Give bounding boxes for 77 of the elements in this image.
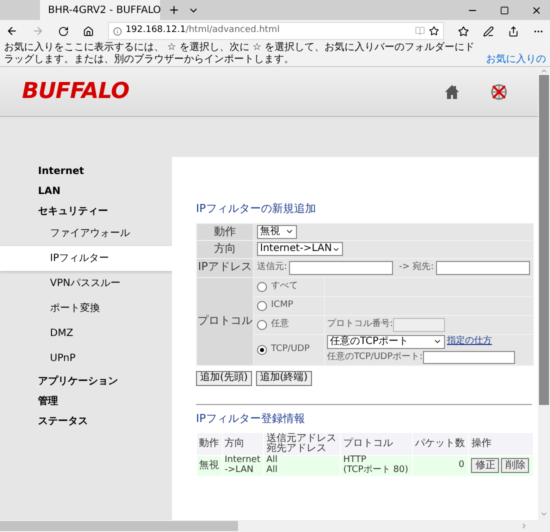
reload-icon[interactable]	[58, 26, 69, 36]
howto-link[interactable]: 指定の仕方	[447, 335, 492, 348]
address-field[interactable]: 192.168.12.1/html/advanced.html	[108, 22, 444, 40]
field-label: プロトコル番号:	[327, 318, 394, 331]
table-cell-text: All All	[265, 456, 279, 476]
field-label: 任意のTCP/UDPポート:	[327, 350, 423, 364]
nav-item[interactable]: ステータス	[0, 411, 172, 431]
column-header: 動作	[198, 437, 220, 451]
nav-item[interactable]: LAN	[0, 181, 172, 201]
destination-input[interactable]	[436, 260, 530, 274]
port-input[interactable]	[422, 351, 515, 364]
info-icon	[112, 26, 122, 36]
nav-subitem[interactable]: DMZ	[0, 321, 172, 346]
radio-button[interactable]	[257, 320, 267, 330]
favorites-icon[interactable]	[458, 26, 470, 36]
source-input[interactable]	[289, 260, 394, 274]
back-icon[interactable]	[6, 25, 18, 37]
radio-label: TCP/UDP	[271, 342, 310, 356]
favorites-hint: お気に入りをここに表示するには、 ☆ を選択し、次に ☆ を選択して、お気に入りバーのフォルダーにドラッグします。または、別のブラウザーからインポートします。	[4, 42, 476, 66]
row-label: 動作	[197, 224, 253, 240]
close-window-icon[interactable]	[531, 4, 542, 16]
favorites-link[interactable]: お気に入りの	[486, 54, 546, 66]
scrollbar-thumb[interactable]	[0, 521, 238, 531]
scrollbar-thumb[interactable]	[539, 75, 549, 405]
column-header: 送信元アドレス 宛先アドレス	[265, 433, 338, 455]
nav-subitem[interactable]: UPnP	[0, 346, 172, 371]
star-icon[interactable]	[429, 26, 440, 36]
radio-button[interactable]	[257, 300, 267, 310]
row-label: プロトコル	[197, 278, 253, 364]
nav-item[interactable]: アプリケーション	[0, 371, 172, 391]
field-label: -> 宛先:	[399, 260, 434, 274]
scroll-up-icon[interactable]	[540, 67, 548, 75]
row-button[interactable]: 削除	[501, 458, 530, 474]
add-button[interactable]: 追加(終端)	[256, 370, 312, 386]
maximize-icon[interactable]	[500, 6, 509, 14]
home-icon[interactable]	[444, 84, 460, 100]
nav-item[interactable]: Internet	[0, 161, 172, 181]
row-label: IPアドレス	[197, 258, 253, 276]
nav-subitem[interactable]: IPフィルター	[0, 246, 172, 271]
nav-subitem[interactable]: ポート変換	[0, 296, 172, 321]
nav-subitem[interactable]: VPNパススルー	[0, 271, 172, 296]
nav-item[interactable]: 管理	[0, 391, 172, 411]
direction-select[interactable]: Internet->LAN	[257, 242, 343, 256]
column-header: 方向	[224, 436, 246, 451]
home-icon[interactable]	[82, 26, 94, 36]
scroll-down-icon[interactable]	[540, 510, 548, 518]
logo: BUFFALO	[22, 78, 129, 106]
add-button[interactable]: 追加(先頭)	[196, 370, 252, 386]
port-select[interactable]: 任意のTCPポート	[327, 334, 445, 349]
nav-item[interactable]: セキュリティー	[0, 201, 172, 221]
pen-icon[interactable]	[483, 26, 494, 36]
action-select[interactable]: 無視	[257, 224, 297, 239]
crossed-globe-icon[interactable]	[490, 82, 508, 100]
column-header: パケット数	[414, 437, 466, 451]
url-text: 192.168.12.1/html/advanced.html	[126, 24, 281, 38]
row-label: 方向	[197, 241, 253, 258]
radio-label: 任意	[271, 318, 289, 331]
table-cell-text: HTTP (TCPポート 80)	[342, 456, 410, 476]
nav-subitem[interactable]: ファイアウォール	[0, 221, 172, 246]
share-icon[interactable]	[508, 26, 520, 36]
section-title: IPフィルターの新規追加	[196, 201, 317, 217]
radio-label: すべて	[271, 280, 298, 293]
section-title: IPフィルター登録情報	[196, 410, 306, 426]
field-label: 送信元:	[257, 260, 288, 274]
column-header: 操作	[470, 437, 492, 451]
scroll-right-icon[interactable]	[520, 522, 528, 530]
column-header: プロトコル	[342, 436, 394, 451]
table-cell-text: Internet ->LAN	[224, 456, 262, 476]
radio-label: ICMP	[271, 298, 294, 312]
row-button[interactable]: 修正	[471, 458, 500, 474]
protocol-number-input[interactable]	[393, 318, 446, 332]
browser-tab[interactable]: BHR-4GRV2 - BUFFALO	[40, 0, 160, 20]
radio-button[interactable]	[257, 282, 267, 292]
table-cell-text: 0	[458, 459, 466, 472]
new-tab-icon[interactable]	[168, 4, 180, 16]
radio-button[interactable]	[257, 344, 267, 354]
table-cell-text: 無視	[198, 458, 220, 474]
